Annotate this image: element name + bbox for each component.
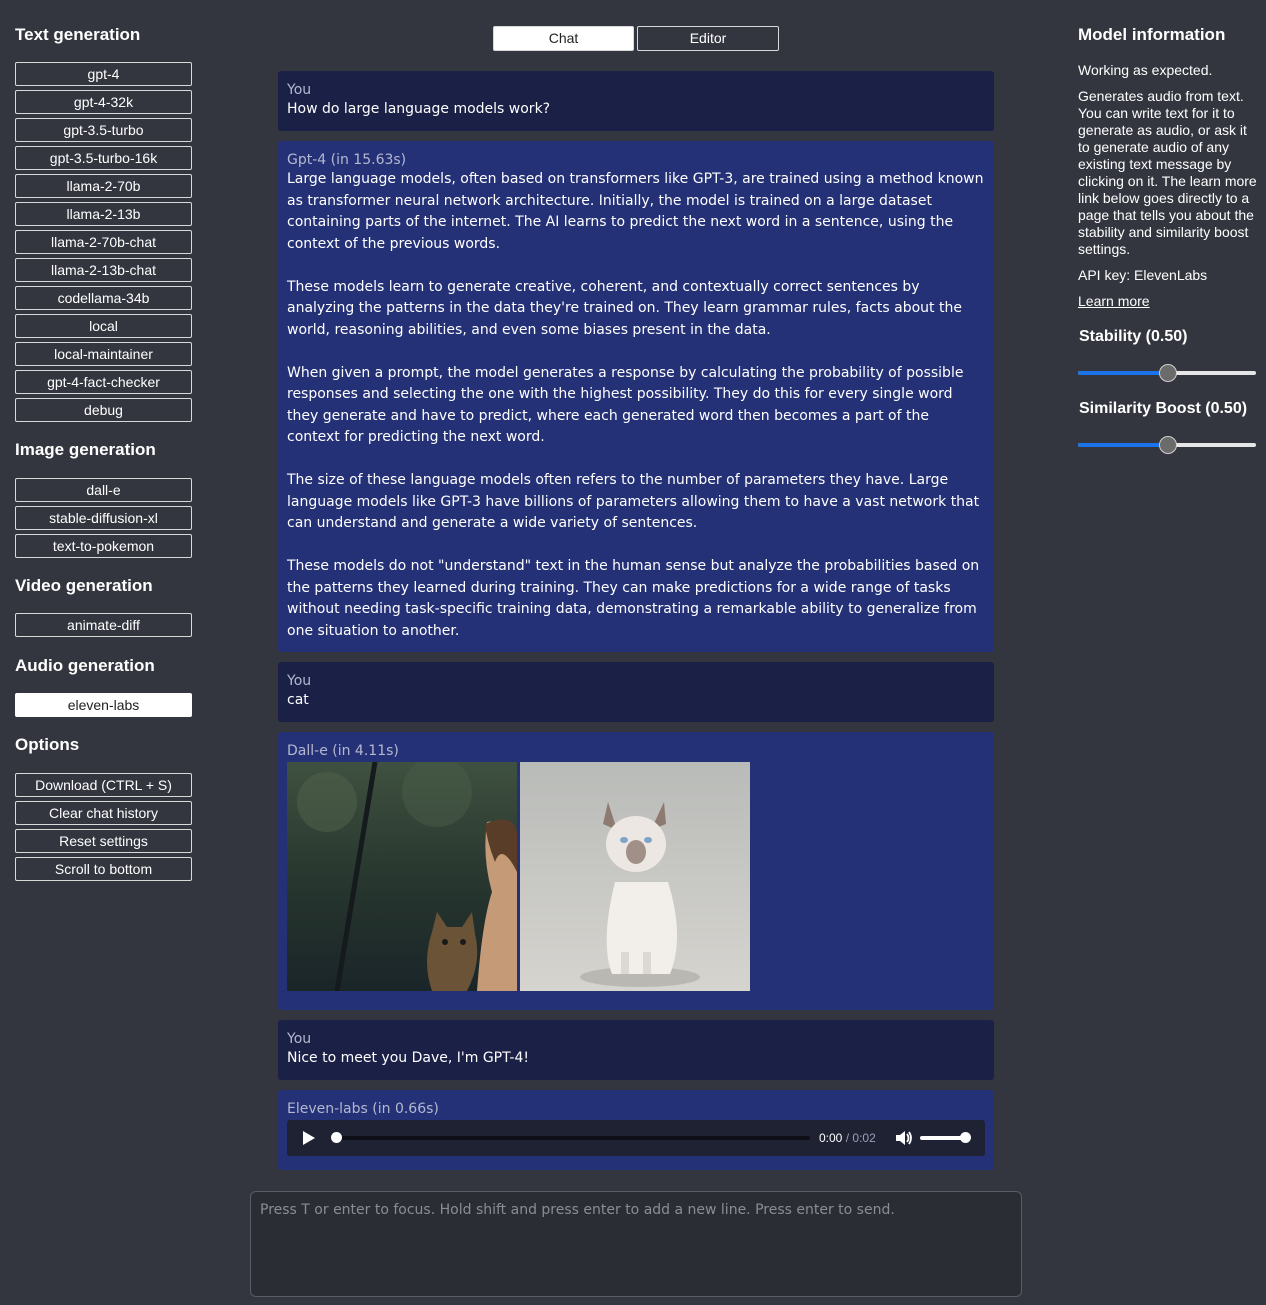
audio-duration: 0:02 — [852, 1131, 876, 1145]
audio-player: 0:00 / 0:02 — [287, 1120, 985, 1156]
model-button-local[interactable]: local — [15, 314, 192, 338]
audio-time: 0:00 / 0:02 — [819, 1131, 876, 1145]
message-author: You — [287, 673, 312, 689]
stability-slider-handle[interactable] — [1159, 364, 1177, 382]
audio-time-separator: / — [845, 1131, 850, 1145]
tab-editor[interactable]: Editor — [637, 26, 779, 51]
api-key-text: API key: ElevenLabs — [1078, 267, 1208, 283]
message-author: Gpt-4 (in 15.63s) — [287, 152, 407, 168]
model-button-llama-2-70b[interactable]: llama-2-70b — [15, 174, 192, 198]
scroll-to-bottom-button[interactable]: Scroll to bottom — [15, 857, 192, 881]
audio-generation-heading: Audio generation — [15, 656, 155, 675]
model-button-debug[interactable]: debug — [15, 398, 192, 422]
message-text: Large language models, often based on tr… — [287, 169, 985, 642]
learn-more-link[interactable]: Learn more — [1078, 293, 1150, 310]
stability-slider-fill — [1078, 371, 1167, 375]
model-info-title: Model information — [1078, 25, 1226, 44]
message-assistant-audio[interactable]: Eleven-labs (in 0.66s) 0:00 / 0:02 — [278, 1090, 994, 1170]
tab-chat[interactable]: Chat — [493, 26, 634, 51]
message-paragraph: When given a prompt, the model generates… — [287, 364, 964, 446]
volume-icon[interactable] — [895, 1130, 913, 1146]
audio-progress-handle[interactable] — [331, 1132, 342, 1143]
image-generation-heading: Image generation — [15, 440, 156, 459]
text-generation-heading: Text generation — [15, 25, 141, 44]
volume-slider-handle[interactable] — [960, 1132, 971, 1143]
audio-progress-track[interactable] — [335, 1136, 810, 1140]
model-button-llama-2-13b-chat[interactable]: llama-2-13b-chat — [15, 258, 192, 282]
generated-image-siamese-cat[interactable] — [520, 762, 750, 991]
message-paragraph: Large language models, often based on tr… — [287, 171, 984, 252]
model-status: Working as expected. — [1078, 62, 1213, 78]
model-button-local-maintainer[interactable]: local-maintainer — [15, 342, 192, 366]
message-user[interactable]: You Nice to meet you Dave, I'm GPT-4! — [278, 1020, 994, 1080]
similarity-slider-handle[interactable] — [1159, 436, 1177, 454]
download-button[interactable]: Download (CTRL + S) — [15, 773, 192, 797]
model-button-llama-2-13b[interactable]: llama-2-13b — [15, 202, 192, 226]
stability-label: Stability (0.50) — [1079, 328, 1188, 345]
model-button-text-to-pokemon[interactable]: text-to-pokemon — [15, 534, 192, 558]
model-button-stable-diffusion-xl[interactable]: stable-diffusion-xl — [15, 506, 192, 530]
message-input[interactable] — [250, 1191, 1022, 1297]
message-author: You — [287, 1031, 312, 1047]
message-text: cat — [287, 692, 309, 708]
generated-image-cat-with-woman[interactable] — [287, 762, 517, 991]
similarity-slider-fill — [1078, 443, 1167, 447]
video-generation-heading: Video generation — [15, 576, 153, 595]
similarity-boost-slider[interactable] — [1078, 436, 1256, 454]
similarity-boost-label: Similarity Boost (0.50) — [1079, 400, 1248, 417]
model-button-animate-diff[interactable]: animate-diff — [15, 613, 192, 637]
message-text: Nice to meet you Dave, I'm GPT-4! — [287, 1050, 529, 1066]
model-button-gpt-4-fact-checker[interactable]: gpt-4-fact-checker — [15, 370, 192, 394]
message-author: Dall-e (in 4.11s) — [287, 743, 399, 759]
clear-chat-history-button[interactable]: Clear chat history — [15, 801, 192, 825]
model-button-dall-e[interactable]: dall-e — [15, 478, 192, 502]
message-author: Eleven-labs (in 0.66s) — [287, 1101, 439, 1117]
message-assistant[interactable]: Gpt-4 (in 15.63s) Large language models,… — [278, 141, 994, 652]
message-user[interactable]: You How do large language models work? — [278, 71, 994, 131]
model-button-eleven-labs[interactable]: eleven-labs — [15, 693, 192, 717]
model-description: Generates audio from text. You can write… — [1078, 88, 1257, 257]
model-button-gpt-4-32k[interactable]: gpt-4-32k — [15, 90, 192, 114]
audio-current-time: 0:00 — [819, 1131, 843, 1145]
message-user[interactable]: You cat — [278, 662, 994, 722]
play-icon[interactable] — [303, 1131, 315, 1145]
stability-slider[interactable] — [1078, 364, 1256, 382]
message-paragraph: These models do not "understand" text in… — [287, 558, 980, 639]
message-author: You — [287, 82, 312, 98]
message-paragraph: The size of these language models often … — [287, 472, 980, 531]
model-button-codellama-34b[interactable]: codellama-34b — [15, 286, 192, 310]
reset-settings-button[interactable]: Reset settings — [15, 829, 192, 853]
model-button-gpt-3-5-turbo-16k[interactable]: gpt-3.5-turbo-16k — [15, 146, 192, 170]
options-heading: Options — [15, 735, 80, 754]
model-button-gpt-3-5-turbo[interactable]: gpt-3.5-turbo — [15, 118, 192, 142]
message-paragraph: These models learn to generate creative,… — [287, 278, 962, 338]
model-button-gpt-4[interactable]: gpt-4 — [15, 62, 192, 86]
message-assistant-images[interactable]: Dall-e (in 4.11s) — [278, 732, 994, 1010]
message-text: How do large language models work? — [287, 101, 551, 117]
model-button-llama-2-70b-chat[interactable]: llama-2-70b-chat — [15, 230, 192, 254]
